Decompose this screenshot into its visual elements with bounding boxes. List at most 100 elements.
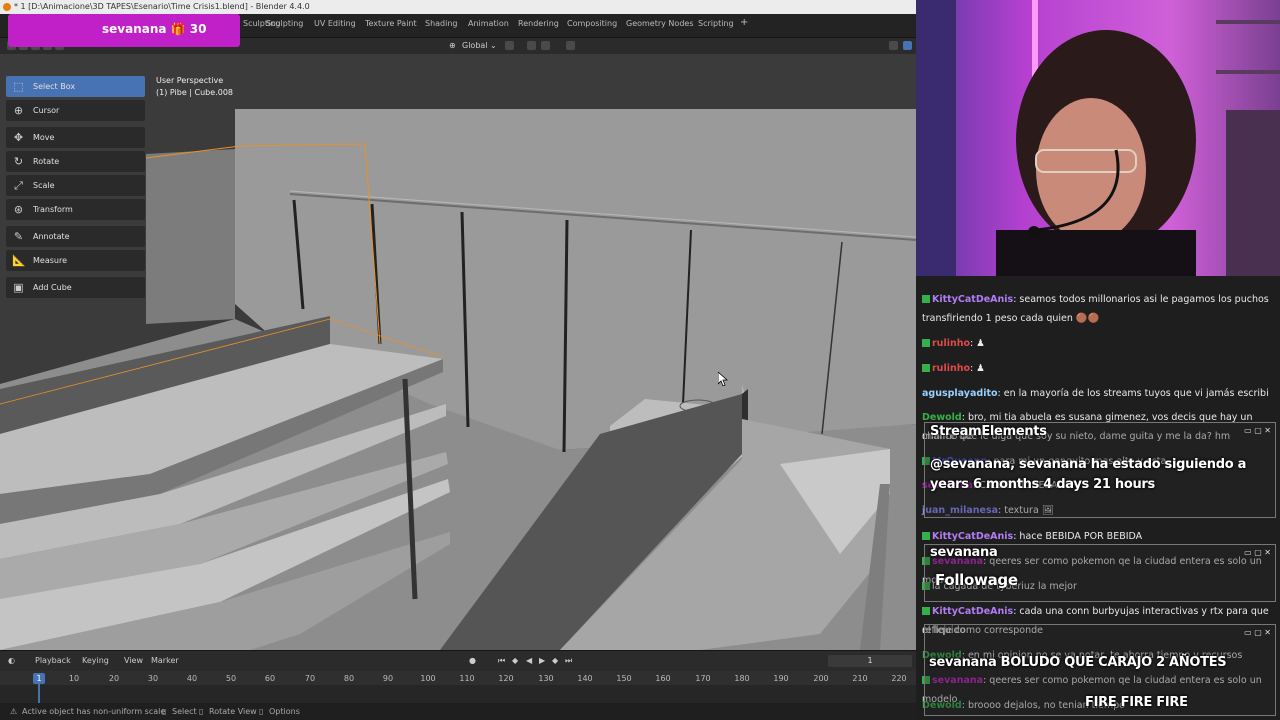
- chat-username[interactable]: KittyCatDeAnis: [932, 531, 1013, 542]
- window-controls-icon[interactable]: ▭ ▢ ✕: [1244, 426, 1271, 435]
- fire-alert-text: FIRE FIRE FIRE: [1085, 695, 1188, 710]
- prev-key-icon[interactable]: ◆: [512, 656, 518, 665]
- menu-marker[interactable]: Marker: [151, 656, 179, 665]
- play-reverse-icon[interactable]: ◀: [526, 656, 532, 665]
- tab-uv-editing[interactable]: UV Editing: [314, 19, 356, 28]
- tool-rotate[interactable]: ↻ Rotate: [6, 151, 145, 172]
- status-message: Active object has non-uniform scale: [22, 707, 166, 716]
- chat-username[interactable]: rulinho: [932, 338, 970, 349]
- frame-tick: 190: [773, 674, 789, 683]
- menu-view[interactable]: View: [124, 656, 143, 665]
- add-workspace-button[interactable]: +: [740, 17, 748, 28]
- window-controls-icon[interactable]: ▭ ▢ ✕: [1244, 628, 1271, 637]
- mouse-cursor-icon: [718, 372, 728, 386]
- current-frame-field[interactable]: 1: [828, 655, 912, 667]
- transform-orientation-select[interactable]: Global: [462, 40, 488, 52]
- tab-shading[interactable]: Shading: [425, 19, 458, 28]
- menu-playback[interactable]: Playback: [35, 656, 71, 665]
- frame-tick: 40: [186, 674, 198, 683]
- emote-icon: ♟: [976, 338, 985, 349]
- frame-tick: 210: [852, 674, 868, 683]
- window-title: * 1 [D:\Animacione\3D TAPES\Esenario\Tim…: [14, 2, 310, 11]
- chat-text: seamos todos millonarios asi le pagamos …: [1019, 294, 1269, 305]
- tool-scale[interactable]: ⤢ Scale: [6, 175, 145, 196]
- tool-label: Move: [33, 133, 55, 142]
- chat-username[interactable]: agusplayadito: [922, 388, 998, 399]
- tab-scripting[interactable]: Scripting: [698, 19, 734, 28]
- menu-keying[interactable]: Keying: [82, 656, 109, 665]
- editor-type-icon[interactable]: ◐: [8, 656, 15, 665]
- warning-icon: ⚠: [10, 707, 18, 716]
- scale-icon: ⤢: [14, 179, 23, 192]
- overlay-title: StreamElements: [930, 424, 1047, 439]
- gizmo-icon[interactable]: [889, 41, 898, 50]
- mouse-left-icon: ▯: [162, 707, 167, 716]
- status-bar: ⚠ Active object has non-uniform scale ▯ …: [0, 703, 916, 720]
- tab-sculpting-full[interactable]: Sculpting: [266, 19, 303, 28]
- orientation-icon: ⊕: [449, 41, 456, 50]
- snap-target-icon[interactable]: [541, 41, 550, 50]
- jump-start-icon[interactable]: ⏮: [498, 656, 505, 666]
- tool-label: Add Cube: [33, 283, 72, 292]
- chat-message: agusplayadito: en la mayoría de los stre…: [922, 388, 1269, 399]
- tool-annotate[interactable]: ✎ Annotate: [6, 226, 145, 247]
- frame-tick: 30: [147, 674, 159, 683]
- overlay-icon[interactable]: [903, 41, 912, 50]
- tab-texture-paint[interactable]: Texture Paint: [365, 19, 417, 28]
- move-icon: ✥: [13, 131, 24, 144]
- frame-tick: 80: [343, 674, 355, 683]
- tool-cursor[interactable]: ⊕ Cursor: [6, 100, 145, 121]
- 3d-viewport[interactable]: User Perspective (1) Pibe | Cube.008 ⬚ S…: [0, 54, 916, 650]
- play-icon[interactable]: ▶: [539, 656, 545, 665]
- chat-text: hace BEBIDA POR BEBIDA: [1019, 531, 1143, 542]
- chat-username[interactable]: KittyCatDeAnis: [932, 606, 1013, 617]
- tool-select-box[interactable]: ⬚ Select Box: [6, 76, 145, 97]
- subscriber-badge-icon: [922, 607, 930, 615]
- frame-tick: 20: [108, 674, 120, 683]
- status-rotate-view: Rotate View: [209, 707, 257, 716]
- chat-panel: KittyCatDeAnis: seamos todos millonarios…: [916, 276, 1280, 720]
- frame-tick: 100: [420, 674, 436, 683]
- frame-tick: 70: [304, 674, 316, 683]
- chat-username[interactable]: rulinho: [932, 363, 970, 374]
- record-icon[interactable]: ●: [469, 656, 476, 665]
- frame-tick: 90: [382, 674, 394, 683]
- window-controls-icon[interactable]: ▭ ▢ ✕: [1244, 548, 1271, 557]
- tool-move[interactable]: ✥ Move: [6, 127, 145, 148]
- tool-label: Cursor: [33, 106, 60, 115]
- snap-icon[interactable]: [527, 41, 536, 50]
- tab-rendering[interactable]: Rendering: [518, 19, 559, 28]
- chat-message-continued: transfiriendo 1 peso cada quien 🟤🟤: [922, 309, 1274, 328]
- badge-icon: [922, 364, 930, 372]
- jump-end-icon[interactable]: ⏭: [565, 656, 572, 666]
- tab-compositing[interactable]: Compositing: [567, 19, 617, 28]
- tool-add-cube[interactable]: ▣ Add Cube: [6, 277, 145, 298]
- add-cube-icon: ▣: [13, 281, 24, 294]
- streamelements-overlay: ▭ ▢ ✕ StreamElements @sevanana, sevanana…: [924, 422, 1276, 518]
- playhead[interactable]: 1: [33, 673, 45, 684]
- chevron-down-icon[interactable]: ⌄: [490, 40, 497, 52]
- next-key-icon[interactable]: ◆: [552, 656, 558, 665]
- emote-icon: ♟: [976, 363, 985, 374]
- tool-transform[interactable]: ⊛ Transform: [6, 199, 145, 220]
- pivot-icon[interactable]: [505, 41, 514, 50]
- frame-tick: 140: [577, 674, 593, 683]
- tool-label: Measure: [33, 256, 67, 265]
- proportional-edit-icon[interactable]: [566, 41, 575, 50]
- emote-icon: 🟤🟤: [1075, 313, 1100, 324]
- tool-label: Rotate: [33, 157, 60, 166]
- tab-animation[interactable]: Animation: [468, 19, 509, 28]
- chat-username[interactable]: KittyCatDeAnis: [932, 294, 1013, 305]
- comment-overlay: ▭ ▢ ✕ sevanana BOLUDO QUE CARAJO 2 AÑOTE…: [924, 624, 1276, 716]
- window-titlebar: * 1 [D:\Animacione\3D TAPES\Esenario\Tim…: [0, 0, 916, 14]
- frame-tick: 10: [68, 674, 80, 683]
- tab-geometry-nodes[interactable]: Geometry Nodes: [626, 19, 693, 28]
- frame-tick: 150: [616, 674, 632, 683]
- sub-gift-badge: sevanana 🎁 30: [8, 14, 240, 47]
- tool-measure[interactable]: 📐 Measure: [6, 250, 145, 271]
- mouse-right-icon: ▯: [259, 707, 264, 716]
- followage-label: Followage: [935, 571, 1018, 589]
- rotate-icon: ↻: [13, 155, 24, 168]
- followage-name: sevanana: [930, 545, 998, 560]
- timeline-ruler[interactable]: 10 20 30 40 50 60 70 80 90 100 110 120 1…: [0, 671, 916, 685]
